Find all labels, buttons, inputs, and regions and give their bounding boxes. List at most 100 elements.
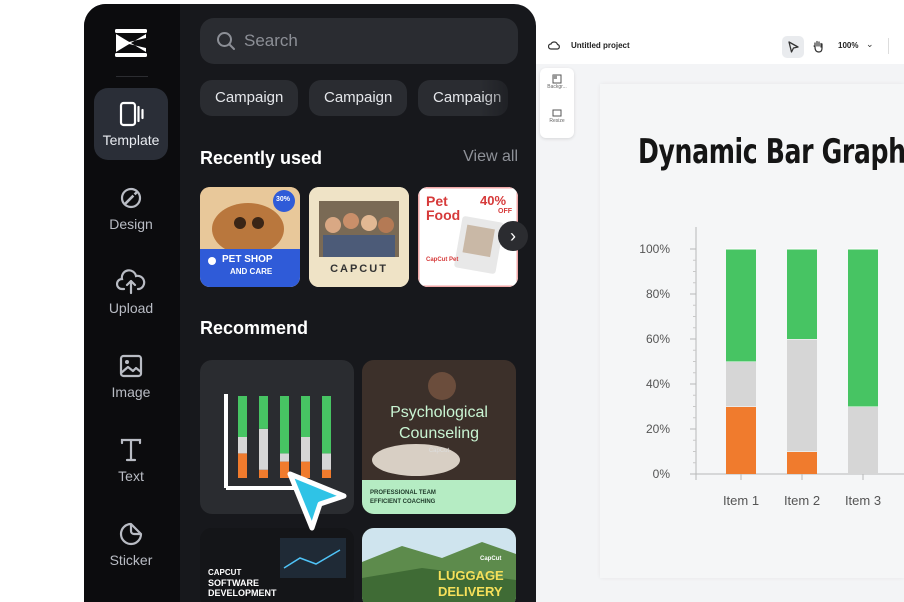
card-footer: EFFICIENT COACHING [370,499,436,505]
sidebar-item-template[interactable]: Template [94,88,168,160]
card-brand: CapCut [480,556,502,562]
thumb-text: Food [426,207,461,223]
tool-label: Resize [549,118,565,124]
bar-segment [726,406,756,474]
design-icon [120,187,142,209]
text-icon [120,438,142,462]
select-tool-button[interactable] [782,36,804,58]
mini-bar-segment [238,396,247,437]
thumb-badge: OFF [498,208,512,215]
recently-used-title: Recently used [200,148,323,168]
card-subtitle: CapCut [428,448,450,454]
thumb-text: PET SHOP [222,254,273,265]
bar-segment [787,451,817,474]
mini-bar-segment [280,453,289,462]
mini-bar-segment [259,469,268,478]
recommend-title: Recommend [200,318,309,338]
stacked-bar-chart: 0% 20% 40% 60% 80% 100% Item 1 Item 2 Item 3 [639,227,904,508]
sidebar-item-label: Sticker [109,552,153,568]
y-tick-label: 80% [646,287,670,301]
chip-campaign[interactable]: Campaign [200,80,299,116]
thumb-badge: 40% [480,193,507,208]
bar-segment [726,361,756,407]
card-title: DEVELOPMENT [208,588,277,598]
resize-tool[interactable]: Resize [540,108,574,124]
chevron-down-icon[interactable]: ⌄ [866,39,874,50]
mini-bar-segment [238,437,247,454]
x-tick-label: Item 3 [845,493,881,508]
mini-bar-segment [259,428,268,470]
template-thumb-pet-shop[interactable]: 30% PET SHOP AND CARE [200,187,300,287]
bar-segment [787,339,817,452]
y-tick-label: 0% [653,467,671,481]
upload-icon [116,269,146,295]
thumb-caption: CapCut Pet [426,257,459,263]
template-card-counseling[interactable]: Psychological Counseling CapCut PROFESSI… [362,360,516,514]
cursor-pointer-icon [287,471,347,531]
mini-bar-segment [259,396,268,429]
y-tick-label: 20% [646,422,670,436]
template-card-software[interactable]: CAPCUT SOFTWARE DEVELOPMENT [200,528,354,602]
sidebar-item-design[interactable]: Design [94,172,168,244]
project-title[interactable]: Untitled project [571,41,630,50]
template-icon [119,101,144,127]
sticker-icon [119,522,143,546]
sidebar-item-label: Image [111,384,151,400]
view-all-link[interactable]: View all [463,148,518,166]
arrow-pointer-icon [788,41,799,53]
toolbar-divider [888,38,889,54]
background-icon [552,74,562,84]
sidebar-item-label: Upload [108,300,154,316]
app-stage: Template Design Upload Image Text Sticke… [0,0,904,602]
x-tick-label: Item 1 [723,493,759,508]
hand-icon[interactable] [812,40,824,53]
x-tick-label: Item 2 [784,493,820,508]
bar-segment [787,249,817,339]
mini-bar-segment [301,396,310,437]
cloud-icon [548,41,560,50]
y-tick-label: 100% [639,242,670,256]
rail-divider [116,76,148,77]
template-content: Search Campaign Campaign Campaign Recent… [180,4,536,602]
chip-campaign[interactable]: Campaign [309,80,408,116]
image-icon [119,354,143,378]
search-input[interactable]: Search [200,18,518,64]
template-thumb-capcut[interactable]: CAPCUT [309,187,409,287]
y-tick-label: 40% [646,377,670,391]
chevron-right-icon: › [510,226,516,246]
bar-segment [726,249,756,362]
y-tick-label: 60% [646,332,670,346]
card-title: DELIVERY [438,584,503,599]
bar-segment [848,249,878,407]
sidebar-item-label: Template [102,132,160,148]
background-tool[interactable]: Backgr... [540,74,574,90]
card-brand: CAPCUT [208,568,242,577]
card-title: Psychological [390,404,488,421]
sidebar-item-label: Text [118,468,144,484]
card-title: LUGGAGE [438,568,504,583]
design-canvas[interactable]: Dynamic Bar Graphs 0% 20% 40% 60% 80% 100% Ite… [600,84,904,578]
card-title: Counseling [398,425,480,442]
mini-bar-segment [322,396,331,454]
capcut-logo-icon[interactable] [112,28,150,58]
sidebar-item-text[interactable]: Text [94,424,168,496]
thumb-brand: CAPCUT [330,263,388,275]
card-footer: PROFESSIONAL TEAM [370,490,436,496]
sidebar-item-upload[interactable]: Upload [94,256,168,328]
editor-side-tools: Backgr... Resize [540,68,574,138]
zoom-level[interactable]: 100% [838,41,858,50]
template-card-luggage[interactable]: CapCut LUGGAGE DELIVERY [362,528,516,602]
bar-segment [848,406,878,474]
left-rail: Template Design Upload Image Text Sticke… [84,4,180,602]
chips-fade [480,74,536,124]
search-placeholder: Search [244,31,298,50]
resize-icon [552,109,562,117]
sidebar-item-sticker[interactable]: Sticker [94,508,168,580]
mini-bar-segment [238,453,247,478]
next-arrow-button[interactable]: › [498,221,528,251]
mini-bar-segment [280,396,289,454]
sidebar-item-image[interactable]: Image [94,340,168,412]
mini-bar-segment [301,437,310,462]
search-icon [217,32,235,50]
tool-label: Backgr... [547,84,567,90]
